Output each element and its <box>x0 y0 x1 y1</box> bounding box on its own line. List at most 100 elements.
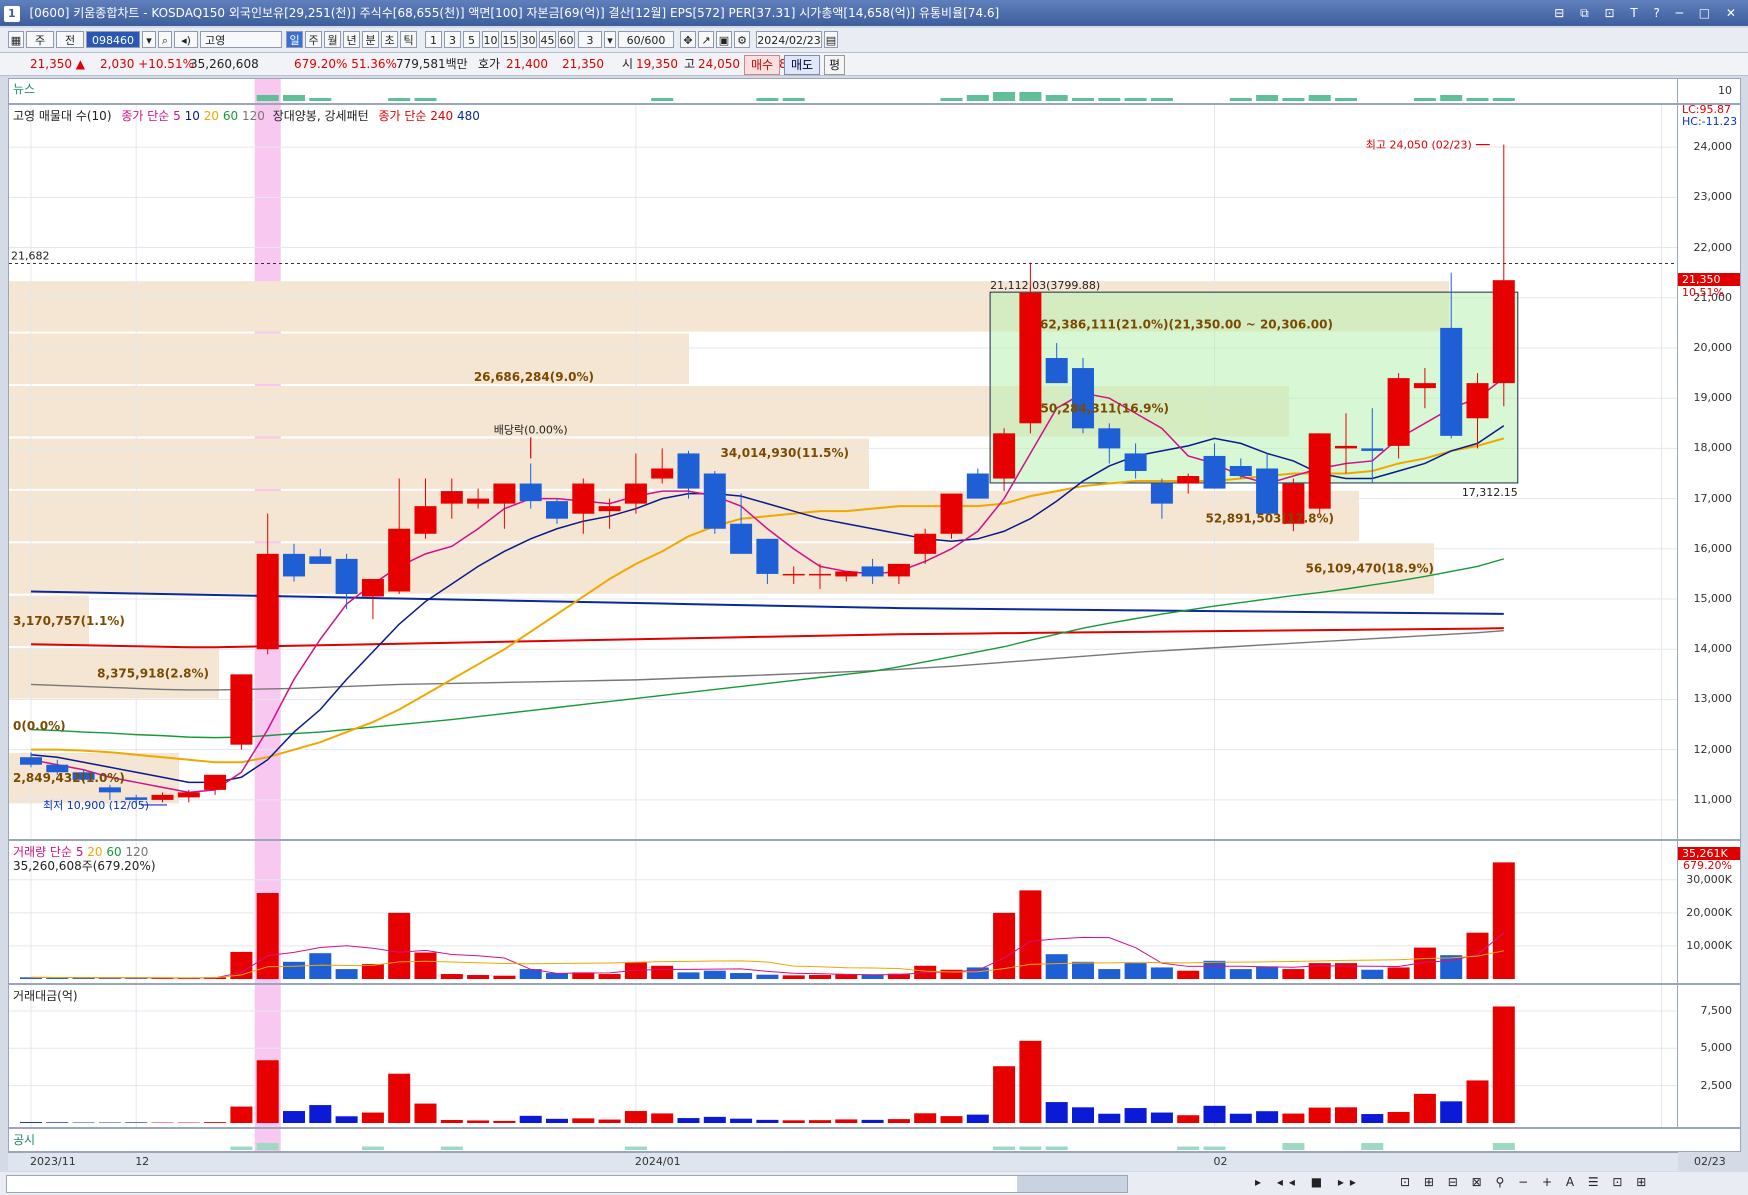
sound-icon[interactable]: ◂) <box>174 31 198 48</box>
period-button-0[interactable]: 일 <box>286 31 303 48</box>
interval-button-1[interactable]: 3 <box>444 31 461 48</box>
stock-name-field[interactable]: 고영 <box>200 31 282 48</box>
interval-button-7[interactable]: 60 <box>558 31 575 48</box>
draw-icon[interactable]: ↗ <box>698 31 714 48</box>
volume-chart[interactable] <box>9 841 1679 983</box>
bar <box>440 1120 463 1123</box>
price-tick-label: 14,000 <box>1693 642 1733 656</box>
candle-body <box>782 573 805 576</box>
zoom-controls[interactable]: ⊡ ⊞ ⊟ ⊠ ⚲ − + A ☰ ⊡ ⊞ <box>1400 1175 1651 1189</box>
search-icon[interactable]: ⌕ <box>158 31 172 48</box>
code-dropdown-icon[interactable]: ▾ <box>142 31 156 48</box>
period-button-2[interactable]: 월 <box>324 31 341 48</box>
amount-chart[interactable] <box>9 985 1679 1127</box>
interval-button-3[interactable]: 10 <box>482 31 499 48</box>
candle-body <box>1440 327 1463 436</box>
count-dropdown-icon[interactable]: ▾ <box>604 31 616 48</box>
layout-icon[interactable]: ▦ <box>8 31 24 48</box>
volume-profile-label: 56,109,470(18.9%) <box>1305 562 1434 576</box>
candle-body <box>1361 448 1384 451</box>
volume-pane: 거래량 단순 5 20 60 120 35,260,608주(679.20%) … <box>8 840 1741 984</box>
candle-body <box>861 566 884 577</box>
news-bar <box>651 98 674 101</box>
bar <box>1256 966 1279 979</box>
avg-button[interactable]: 평 <box>824 55 846 75</box>
date-tick-label: 2023/11 <box>30 1155 76 1168</box>
period-button-1[interactable]: 주 <box>305 31 322 48</box>
candle-body <box>1387 378 1410 446</box>
interval-button-2[interactable]: 5 <box>463 31 480 48</box>
scroll-controls[interactable]: ▸ ◂◂ ■ ▸▸ <box>1255 1175 1362 1189</box>
notice-bars <box>230 1129 1515 1151</box>
gear-icon[interactable]: ⚙ <box>734 31 750 48</box>
candle-body <box>1124 453 1147 471</box>
code-input[interactable]: 098460 <box>86 31 140 48</box>
box-top-label: 21,112.03(3799.88) <box>990 279 1100 292</box>
bar <box>809 975 831 979</box>
bar <box>572 1118 595 1123</box>
news-bar <box>1440 95 1463 101</box>
notice-bar <box>1203 1146 1226 1150</box>
bar <box>940 1116 963 1123</box>
volume-profile-band <box>9 543 1434 594</box>
period-button-3[interactable]: 년 <box>343 31 360 48</box>
bar <box>1098 1113 1121 1123</box>
bar <box>1124 963 1147 979</box>
price-tick-label: 16,000 <box>1693 541 1733 555</box>
save-icon[interactable]: ▣ <box>716 31 732 48</box>
news-bar <box>756 98 779 101</box>
bar <box>1203 960 1226 979</box>
interval-button-0[interactable]: 1 <box>425 31 442 48</box>
bid-price: 21,350 <box>562 57 604 71</box>
buy-button[interactable]: 매수 <box>744 55 781 75</box>
price-chart[interactable]: 62,386,111(21.0%)(21,350.00 ~ 20,306.00)… <box>9 105 1679 839</box>
bar <box>809 1120 831 1123</box>
mode-select[interactable]: 주 <box>26 31 54 48</box>
window-controls[interactable]: ⊟ ⧉ ⊡ T ? ─ □ ✕ <box>1554 0 1742 26</box>
bar <box>546 1118 568 1123</box>
trade-amount: 779,581백만 <box>396 57 468 71</box>
scrollbar-track[interactable] <box>6 1175 1128 1193</box>
candle-body <box>493 483 516 504</box>
news-bar <box>1413 98 1436 101</box>
news-bar <box>1282 98 1305 101</box>
date-field[interactable]: 2024/02/23 <box>756 31 822 48</box>
count-field[interactable]: 3 <box>578 31 602 48</box>
period-button-6[interactable]: 틱 <box>400 31 417 48</box>
volume-profile-label: 3,170,757(1.1%) <box>13 614 125 628</box>
news-bars <box>254 79 1515 103</box>
sell-button[interactable]: 매도 <box>784 55 821 75</box>
bar <box>1492 862 1515 979</box>
notice-bar <box>440 1146 463 1150</box>
interval-button-4[interactable]: 15 <box>501 31 518 48</box>
bar <box>283 961 305 979</box>
volume-value: 35,260,608 <box>190 57 259 71</box>
bar <box>361 964 384 979</box>
period-button-5[interactable]: 초 <box>381 31 398 48</box>
notice-bar <box>361 1146 384 1150</box>
period-button-4[interactable]: 분 <box>362 31 379 48</box>
interval-button-6[interactable]: 45 <box>539 31 556 48</box>
bar <box>1282 969 1305 979</box>
high-line-label: 21,682 <box>11 250 50 263</box>
legend-pattern: 장대양봉, 강세패턴 <box>272 109 369 123</box>
volume-ratio: 679.20% 51.36% <box>294 57 397 71</box>
bar <box>966 1114 989 1123</box>
notice-bar <box>1492 1143 1515 1150</box>
scrollbar-thumb[interactable] <box>1017 1176 1127 1192</box>
bar <box>677 1118 700 1123</box>
bar <box>1177 970 1200 979</box>
crosshair-icon[interactable]: ✥ <box>680 31 696 48</box>
bar <box>440 974 463 979</box>
view-count-field[interactable]: 60/600 <box>618 31 674 48</box>
bar <box>414 952 437 979</box>
calendar-icon[interactable]: ▤ <box>824 31 838 48</box>
date-tick-label: 02/23 <box>1694 1155 1726 1168</box>
bar <box>493 975 516 979</box>
period-select[interactable]: 전 <box>56 31 84 48</box>
interval-button-5[interactable]: 30 <box>520 31 537 48</box>
candle-body <box>230 674 253 745</box>
price-axis: 11,000 12,000 13,000 14,000 15,000 16,000 17,0… <box>1677 103 1740 839</box>
bar <box>467 1120 490 1123</box>
bar <box>335 969 358 979</box>
